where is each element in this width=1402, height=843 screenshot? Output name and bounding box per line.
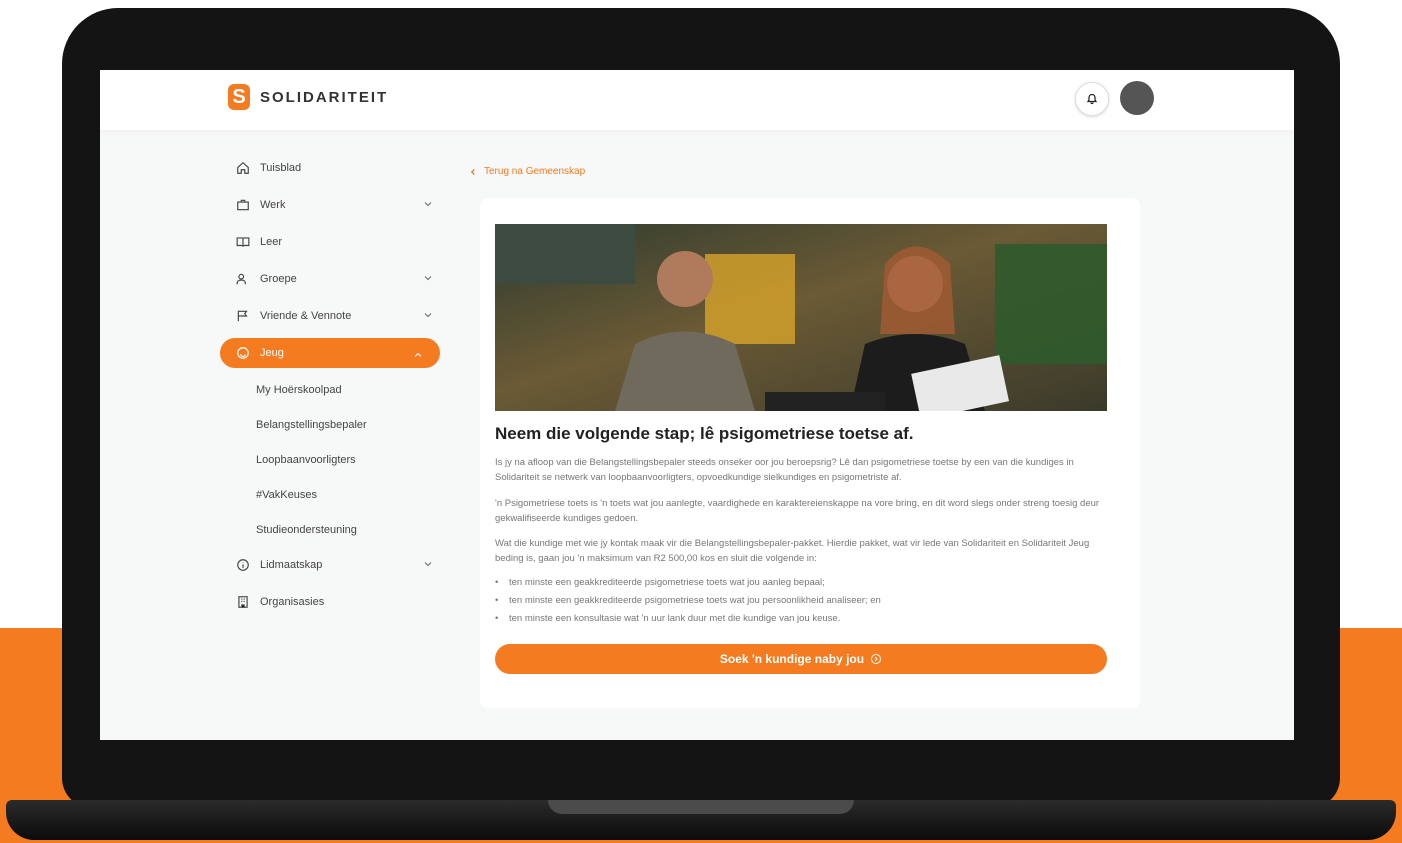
smiley-icon bbox=[236, 346, 250, 360]
chevron-down-icon[interactable] bbox=[422, 272, 434, 284]
flag-icon bbox=[236, 309, 250, 323]
sidebar-item-jeug[interactable]: Jeug bbox=[220, 338, 440, 368]
chevron-down-icon[interactable] bbox=[422, 309, 434, 321]
sidebar-item-tuisblad[interactable]: Tuisblad bbox=[220, 150, 450, 186]
find-expert-button[interactable]: Soek 'n kundige naby jou bbox=[495, 644, 1107, 674]
sidebar-item-leer[interactable]: Leer bbox=[220, 224, 450, 260]
content-paragraph: 'n Psigometriese toets is 'n toets wat j… bbox=[495, 498, 1100, 524]
content-card: Neem die volgende stap; lê psigometriese… bbox=[480, 198, 1140, 708]
sidebar-subitem[interactable]: Studieondersteuning bbox=[220, 512, 450, 547]
cta-label: Soek 'n kundige naby jou bbox=[719, 652, 865, 666]
logo-icon[interactable]: S bbox=[228, 84, 250, 110]
info-icon bbox=[236, 558, 250, 572]
app-screen: S SOLIDARITEIT Tuisblad Werk Leer Groepe… bbox=[100, 70, 1294, 740]
sidebar-item-label: Werk bbox=[260, 199, 286, 211]
back-link-label: Terug na Gemeenskap bbox=[484, 166, 586, 177]
back-link[interactable]: Terug na Gemeenskap bbox=[468, 166, 585, 177]
sidebar-item-label: Tuisblad bbox=[260, 162, 302, 174]
sidebar-item-lidmaatskap[interactable]: Lidmaatskap bbox=[220, 547, 450, 583]
sidebar-item-label: Lidmaatskap bbox=[260, 559, 323, 571]
sidebar-item-label: Jeug bbox=[260, 347, 284, 359]
content-paragraph: Is jy na afloop van die Belangstellingsb… bbox=[495, 457, 1074, 483]
sidebar-subitem[interactable]: #VakKeuses bbox=[220, 477, 450, 512]
user-avatar[interactable] bbox=[1120, 81, 1154, 115]
benefits-list: ten minste een geakkrediteerde psigometr… bbox=[495, 574, 1107, 628]
hero-image bbox=[495, 224, 1107, 411]
chevron-left-icon bbox=[468, 167, 478, 177]
list-item: ten minste een konsultasie wat 'n uur la… bbox=[495, 610, 1107, 628]
briefcase-icon bbox=[236, 198, 250, 212]
building-icon bbox=[236, 595, 250, 609]
group-icon bbox=[236, 272, 250, 286]
sidebar-item-label: Leer bbox=[260, 236, 283, 248]
brand-name[interactable]: SOLIDARITEIT bbox=[260, 89, 388, 106]
sidebar-subitem[interactable]: My Hoërskoolpad bbox=[220, 372, 450, 407]
list-item: ten minste een geakkrediteerde psigometr… bbox=[495, 574, 1107, 592]
sidebar-item-label: Organisasies bbox=[260, 596, 325, 608]
sidebar-item-vriende-vennote[interactable]: Vriende & Vennote bbox=[220, 298, 450, 334]
sidebar-item-organisasies[interactable]: Organisasies bbox=[220, 584, 450, 620]
top-bar: S SOLIDARITEIT bbox=[100, 70, 1294, 130]
sidebar-subitem[interactable]: Loopbaanvoorligters bbox=[220, 442, 450, 477]
list-item: ten minste een geakkrediteerde psigometr… bbox=[495, 592, 1107, 610]
sidebar-item-werk[interactable]: Werk bbox=[220, 187, 450, 223]
sidebar-nav: Tuisblad Werk Leer Groepe Vriende & Venn… bbox=[220, 150, 450, 621]
bell-icon[interactable] bbox=[1075, 82, 1109, 116]
chevron-down-icon[interactable] bbox=[422, 198, 434, 210]
sidebar-item-label: Vriende & Vennote bbox=[260, 310, 352, 322]
sidebar-item-label: Groepe bbox=[260, 273, 297, 285]
sidebar-item-groepe[interactable]: Groepe bbox=[220, 261, 450, 297]
home-icon bbox=[236, 161, 250, 175]
laptop-notch bbox=[548, 800, 854, 814]
chevron-down-icon[interactable] bbox=[422, 558, 434, 570]
sidebar-subitem[interactable]: Belangstellingsbepaler bbox=[220, 407, 450, 442]
arrow-circle-icon bbox=[870, 653, 882, 665]
content-title: Neem die volgende stap; lê psigometriese… bbox=[495, 424, 914, 443]
chevron-up-icon[interactable] bbox=[412, 349, 424, 361]
book-icon bbox=[236, 235, 250, 249]
content-paragraph: Wat die kundige met wie jy kontak maak v… bbox=[495, 538, 1090, 564]
